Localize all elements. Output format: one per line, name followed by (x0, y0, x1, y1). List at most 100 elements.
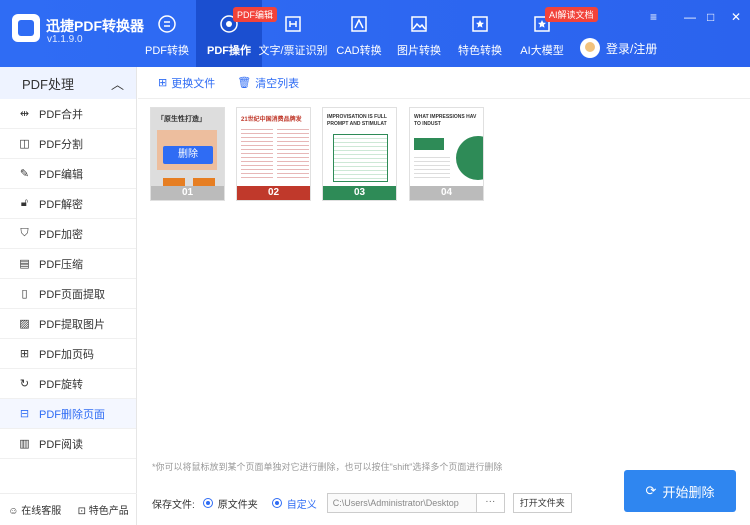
replace-file-button[interactable]: ⊞ 更换文件 (158, 75, 215, 91)
rotate-icon: ↻ (19, 378, 30, 390)
page-content (277, 126, 309, 178)
delete-page-icon: ⊟ (19, 408, 30, 420)
open-folder-button[interactable]: 打开文件夹 (512, 493, 572, 513)
app-logo (12, 14, 40, 42)
page-thumbnail[interactable]: IMPROVISATION IS FULL PROMPT AND STIMULA… (322, 107, 397, 201)
shield-icon: ⛉ (20, 227, 29, 239)
minimize-button[interactable]: — (684, 10, 696, 24)
chat-icon: ☺ (8, 506, 22, 517)
page-title: 「原生性打造」 (157, 116, 206, 123)
sidebar-item-extract-pages[interactable]: ▯ PDF页面提取 (0, 279, 136, 309)
sidebar-item-extract-images[interactable]: ▨ PDF提取图片 (0, 309, 136, 339)
sidebar-item-compress[interactable]: ▤ PDF压缩 (0, 249, 136, 279)
trash-icon: 🗑︎ (237, 77, 252, 89)
page-content (456, 136, 483, 180)
save-path-input[interactable]: C:\Users\Administrator\Desktop (326, 493, 477, 513)
edit-icon: ✎ (19, 168, 30, 180)
app-name: 迅捷PDF转换器 (46, 18, 144, 34)
page-content (333, 134, 388, 182)
refresh-icon: ⟳ (645, 483, 657, 498)
page-content (414, 138, 444, 150)
clear-list-button[interactable]: 🗑︎ 清空列表 (237, 75, 299, 91)
tab-ocr[interactable]: 文字/票证识别 (258, 0, 328, 67)
sidebar-header-label: PDF处理 (22, 76, 75, 92)
tab-label: CAD转换 (336, 45, 382, 57)
source-folder-label: 原文件夹 (217, 499, 258, 511)
usage-hint: *你可以将鼠标放到某个页面单独对它进行删除，也可以按住"shift"选择多个页面… (152, 462, 503, 472)
sidebar-header[interactable]: PDF处理 ︿ (0, 67, 136, 99)
menu-icon[interactable]: ≡ (650, 10, 657, 24)
page-number: 03 (323, 186, 396, 200)
sidebar-item-delete-pages[interactable]: ⊟ PDF删除页面 (0, 399, 136, 429)
start-delete-button[interactable]: ⟳ 开始删除 (624, 470, 736, 512)
page-title: IMPROVISATION IS FULL PROMPT AND STIMULA… (327, 114, 387, 127)
tab-image-convert[interactable]: 图片转换 (386, 0, 452, 67)
tab-feature-convert[interactable]: 特色转换 (447, 0, 513, 67)
maximize-button[interactable]: □ (707, 10, 714, 24)
replace-file-label: 更换文件 (171, 77, 216, 90)
clear-list-label: 清空列表 (255, 77, 300, 90)
page-thumbnail[interactable]: WHAT IMPRESSIONS HAV TO INDUST 04 (409, 107, 484, 201)
sidebar-item-label: PDF删除页面 (39, 408, 105, 421)
tab-pdf-convert[interactable]: PDF转换 (134, 0, 200, 67)
page-number: 04 (410, 186, 483, 200)
featured-products-button[interactable]: ⊡ 特色产品 (78, 502, 129, 517)
page-thumbnail[interactable]: 「原生性打造」 删除 01 (150, 107, 225, 201)
app-version: v1.1.9.0 (47, 34, 83, 45)
custom-folder-radio[interactable] (271, 498, 282, 508)
sidebar-item-label: PDF旋转 (39, 378, 83, 391)
login-button[interactable]: 登录/注册 (580, 38, 657, 58)
tab-label: PDF操作 (207, 45, 251, 57)
sidebar-item-rotate[interactable]: ↻ PDF旋转 (0, 369, 136, 399)
page-title: WHAT IMPRESSIONS HAV TO INDUST (414, 114, 477, 127)
tab-label: 特色转换 (458, 45, 502, 57)
sidebar-item-label: PDF压缩 (39, 258, 83, 271)
sidebar-item-split[interactable]: ◫ PDF分割 (0, 129, 136, 159)
tab-cad-convert[interactable]: CAD转换 (326, 0, 392, 67)
delete-page-button[interactable]: 删除 (163, 146, 213, 164)
sidebar: PDF处理 ︿ ⇹ PDF合并 ◫ PDF分割 ✎ PDF编辑 🔓︎ PDF解密 ⛉ PD… (0, 67, 137, 525)
tab-label: 文字/票证识别 (258, 45, 328, 57)
top-bar: 迅捷PDF转换器 v1.1.9.0 PDF转换 PDF操作 PDF编辑 文字/票… (0, 0, 750, 67)
customer-service-button[interactable]: ☺ 在线客服 (8, 502, 61, 517)
sidebar-item-merge[interactable]: ⇹ PDF合并 (0, 99, 136, 129)
chevron-up-icon: ︿ (110, 76, 124, 92)
source-folder-radio[interactable] (202, 498, 213, 508)
login-label: 登录/注册 (606, 41, 658, 56)
save-label: 保存文件: (152, 499, 195, 511)
star-icon (472, 16, 488, 32)
unlock-icon: 🔓︎ (20, 197, 29, 209)
sidebar-item-label: PDF加页码 (39, 348, 94, 361)
cad-icon (351, 16, 367, 32)
sidebar-item-encrypt[interactable]: ⛉ PDF加密 (0, 219, 136, 249)
sidebar-item-label: PDF加密 (39, 228, 83, 241)
page-number-icon: ⊞ (19, 348, 30, 360)
ai-doc-badge: AI解读文档 (545, 7, 598, 22)
page-icon: ▯ (21, 288, 28, 300)
split-icon: ◫ (19, 138, 30, 150)
convert-icon (158, 15, 176, 33)
add-file-icon: ⊞ (158, 77, 168, 89)
sidebar-item-read[interactable]: ▥ PDF阅读 (0, 429, 136, 459)
page-content (241, 126, 273, 178)
products-icon: ⊡ (77, 506, 89, 517)
avatar (580, 38, 600, 58)
page-number: 02 (237, 186, 310, 200)
sidebar-footer: ☺ 在线客服 ⊡ 特色产品 (0, 493, 137, 525)
sidebar-item-label: PDF页面提取 (39, 288, 105, 301)
browse-button[interactable]: ··· (476, 493, 505, 513)
featured-products-label: 特色产品 (88, 506, 129, 517)
sidebar-item-edit[interactable]: ✎ PDF编辑 (0, 159, 136, 189)
sidebar-item-page-numbers[interactable]: ⊞ PDF加页码 (0, 339, 136, 369)
main-panel: ⊞ 更换文件 🗑︎ 清空列表 「原生性打造」 删除 01 21世纪中国消费品牌发 0… (138, 67, 750, 525)
ocr-icon (285, 16, 301, 32)
sidebar-item-label: PDF合并 (39, 108, 83, 121)
customer-service-label: 在线客服 (21, 506, 62, 517)
sidebar-item-decrypt[interactable]: 🔓︎ PDF解密 (0, 189, 136, 219)
tab-label: PDF转换 (145, 45, 189, 57)
start-delete-label: 开始删除 (662, 484, 715, 500)
close-button[interactable]: ✕ (731, 10, 741, 24)
page-content (414, 154, 450, 178)
page-thumbnail[interactable]: 21世纪中国消费品牌发 02 (236, 107, 311, 201)
custom-folder-label: 自定义 (286, 499, 317, 511)
